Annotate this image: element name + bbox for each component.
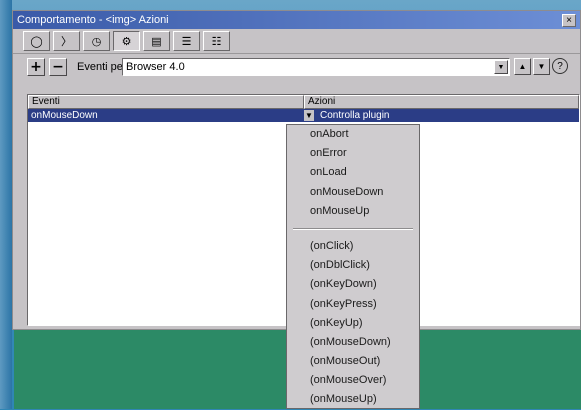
grid-icon: ☷ [211, 35, 222, 48]
help-button[interactable]: ? [552, 58, 568, 74]
tab-circles[interactable]: ◯ [23, 31, 50, 51]
menu-item-onerror[interactable]: onError [287, 144, 419, 163]
chevron-down-icon[interactable]: ▼ [494, 60, 508, 74]
menu-item-ondblclick[interactable]: (onDblClick) [287, 256, 419, 275]
menu-item-onclick[interactable]: (onClick) [287, 237, 419, 256]
tab-clock[interactable]: ◷ [83, 31, 110, 51]
tab-window[interactable]: ▤ [143, 31, 170, 51]
gear-icon: ⚙ [121, 35, 132, 48]
window-title: Comportamento - <img> Azioni [17, 14, 169, 26]
menu-item-onabort[interactable]: onAbort [287, 125, 419, 144]
move-down-button[interactable]: ▼ [533, 58, 550, 75]
add-behavior-button[interactable]: + [27, 58, 45, 76]
close-button[interactable]: × [562, 13, 576, 27]
menu-item-onload[interactable]: onLoad [287, 163, 419, 182]
menu-item-onkeydown[interactable]: (onKeyDown) [287, 275, 419, 294]
list-icon: ☰ [181, 35, 192, 48]
category-toolbar: ◯ 〉 ◷ ⚙ ▤ ☰ ☷ [13, 29, 580, 54]
event-dropdown-arrow-icon[interactable]: ▼ [304, 110, 314, 121]
menu-item-onmouseup-ns[interactable]: (onMouseUp) [287, 390, 419, 409]
menu-item-onkeyup[interactable]: (onKeyUp) [287, 314, 419, 333]
arrow-right-icon: 〉 [61, 36, 72, 48]
tab-arrow[interactable]: 〉 [53, 31, 80, 51]
browser-select-value: Browser 4.0 [126, 61, 185, 73]
event-dropdown-menu: onAbort onError onLoad onMouseDown onMou… [286, 124, 420, 409]
menu-item-onmouseover[interactable]: (onMouseOver) [287, 371, 419, 390]
circles-icon: ◯ [30, 35, 43, 48]
menu-item-onmouseout[interactable]: (onMouseOut) [287, 352, 419, 371]
menu-item-onmousedown-ns[interactable]: (onMouseDown) [287, 333, 419, 352]
events-bar: + − Eventi per: Browser 4.0 ▼ ▲ ▼ ? [13, 54, 580, 80]
left-edge-strip [0, 0, 12, 409]
menu-item-onmousedown[interactable]: onMouseDown [287, 183, 419, 202]
move-up-button[interactable]: ▲ [514, 58, 531, 75]
actions-column-header[interactable]: Azioni [304, 95, 579, 109]
tab-grid[interactable]: ☷ [203, 31, 230, 51]
action-cell: Controlla plugin [320, 110, 390, 121]
table-row[interactable]: onMouseDown ▼ Controlla plugin [28, 109, 579, 122]
browser-select[interactable]: Browser 4.0 ▼ [122, 58, 510, 76]
remove-behavior-button[interactable]: − [49, 58, 67, 76]
menu-separator [293, 227, 413, 230]
window-icon: ▤ [151, 35, 162, 48]
event-cell: onMouseDown [31, 110, 98, 121]
order-buttons: ▲ ▼ ? [514, 58, 568, 75]
tab-gear[interactable]: ⚙ [113, 31, 140, 51]
menu-item-onmouseup[interactable]: onMouseUp [287, 202, 419, 221]
menu-item-onkeypress[interactable]: (onKeyPress) [287, 295, 419, 314]
events-column-header[interactable]: Eventi [28, 95, 304, 109]
title-bar[interactable]: Comportamento - <img> Azioni × [13, 11, 580, 29]
tab-list[interactable]: ☰ [173, 31, 200, 51]
clock-icon: ◷ [91, 35, 102, 48]
